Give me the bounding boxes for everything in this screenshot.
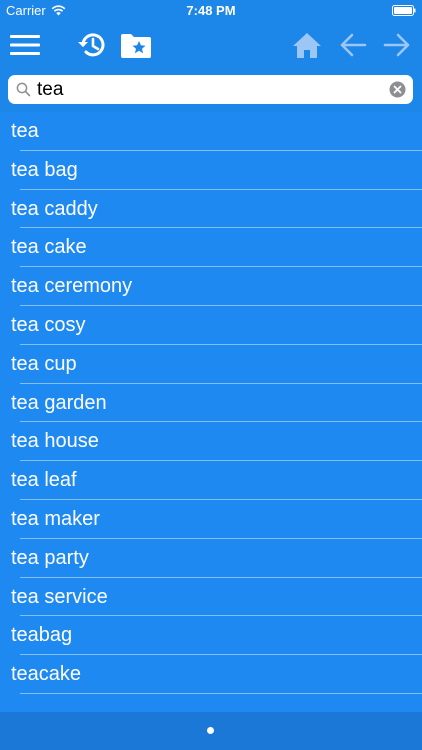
list-item[interactable]: tea ceremony	[0, 267, 422, 306]
list-item[interactable]: tea	[0, 112, 422, 151]
history-icon	[78, 33, 105, 57]
home-icon	[293, 33, 321, 58]
favorites-button[interactable]	[119, 28, 153, 62]
list-item[interactable]: tea maker	[0, 500, 422, 539]
search-input[interactable]	[37, 77, 377, 102]
list-item[interactable]: tea party	[0, 539, 422, 578]
menu-icon	[10, 35, 40, 55]
search-box[interactable]	[8, 75, 413, 104]
favorites-folder-icon	[121, 34, 151, 58]
list-item[interactable]: tea caddy	[0, 190, 422, 229]
list-item[interactable]: tea cosy	[0, 306, 422, 345]
history-button[interactable]	[74, 28, 108, 62]
clear-icon[interactable]	[389, 81, 406, 98]
status-bar: Carrier 7:48 PM	[0, 0, 422, 22]
back-arrow-icon	[340, 33, 367, 57]
bottom-bar	[0, 712, 422, 750]
list-item[interactable]: tea bag	[0, 151, 422, 190]
battery-icon	[392, 5, 416, 16]
menu-button[interactable]	[8, 28, 42, 62]
home-button[interactable]	[290, 28, 324, 62]
page-indicator-dot[interactable]	[207, 727, 214, 734]
search-area	[0, 68, 422, 112]
forward-arrow-icon	[383, 33, 410, 57]
list-item[interactable]: tea garden	[0, 384, 422, 423]
forward-button[interactable]	[380, 28, 414, 62]
list-item[interactable]: tea leaf	[0, 461, 422, 500]
status-time: 7:48 PM	[186, 3, 236, 18]
list-item[interactable]: teabag	[0, 616, 422, 655]
results-list: tea tea bag tea caddy tea cake tea cerem…	[0, 112, 422, 694]
back-button[interactable]	[336, 28, 370, 62]
list-item[interactable]: teacake	[0, 655, 422, 694]
list-item[interactable]: tea cake	[0, 228, 422, 267]
list-item[interactable]: tea house	[0, 422, 422, 461]
search-icon	[16, 82, 31, 97]
toolbar	[0, 22, 422, 68]
list-item[interactable]: tea cup	[0, 345, 422, 384]
list-item[interactable]: tea service	[0, 578, 422, 617]
